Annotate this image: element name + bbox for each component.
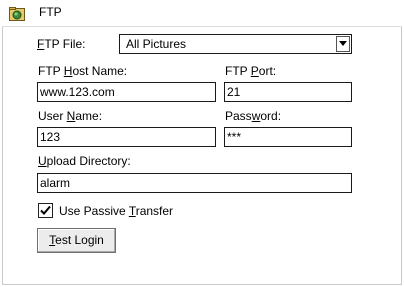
port-input[interactable]: 21	[224, 82, 352, 102]
host-label: FTP Host Name:	[38, 64, 127, 78]
test-login-text: est Login	[55, 233, 104, 247]
port-label-post: ort:	[258, 64, 277, 78]
dropdown-button[interactable]	[336, 36, 350, 52]
passive-label-pre: Use Passive	[59, 204, 129, 218]
port-label-pre: FTP	[225, 64, 251, 78]
ftp-file-label-text: TP File:	[44, 37, 86, 51]
chevron-down-icon	[339, 41, 347, 46]
title-bar: FTP	[2, 0, 402, 27]
port-label: FTP Port:	[225, 64, 276, 78]
password-label-pre: Pass	[225, 109, 252, 123]
host-label-pre: FTP	[38, 64, 64, 78]
ftp-file-label: FTP File:	[37, 37, 85, 51]
user-label-post: ame:	[75, 109, 103, 123]
passive-label-post: ransfer	[135, 204, 174, 218]
checkmark-icon	[40, 205, 51, 215]
ftp-settings-panel: FTP FTP File: All Pictures FTP Host Name…	[0, 0, 404, 287]
window-title: FTP	[39, 5, 62, 19]
password-label-post: ord:	[260, 109, 282, 123]
host-label-post: ost Name:	[72, 64, 128, 78]
passive-transfer-label[interactable]: Use Passive Transfer	[59, 204, 173, 218]
upload-label-text: pload Directory:	[46, 154, 131, 168]
user-name-input[interactable]: 123	[37, 127, 216, 147]
host-name-input[interactable]: www.123.com	[37, 82, 216, 102]
ftp-file-select[interactable]: All Pictures	[119, 34, 352, 54]
password-input[interactable]: ***	[224, 127, 352, 147]
upload-directory-input[interactable]: alarm	[37, 173, 352, 193]
upload-directory-label: Upload Directory:	[38, 154, 131, 168]
ftp-file-selected-value: All Pictures	[126, 37, 187, 51]
user-label-pre: User	[38, 109, 67, 123]
test-login-button[interactable]: Test Login	[37, 228, 116, 253]
upload-label-mnemonic: U	[38, 154, 47, 168]
passive-transfer-checkbox[interactable]	[38, 203, 53, 218]
ftp-folder-icon	[9, 6, 25, 22]
user-name-label: User Name:	[38, 109, 102, 123]
passive-label-mnemonic: T	[128, 204, 136, 218]
password-label: Password:	[225, 109, 281, 123]
port-label-mnemonic: P	[250, 64, 259, 78]
